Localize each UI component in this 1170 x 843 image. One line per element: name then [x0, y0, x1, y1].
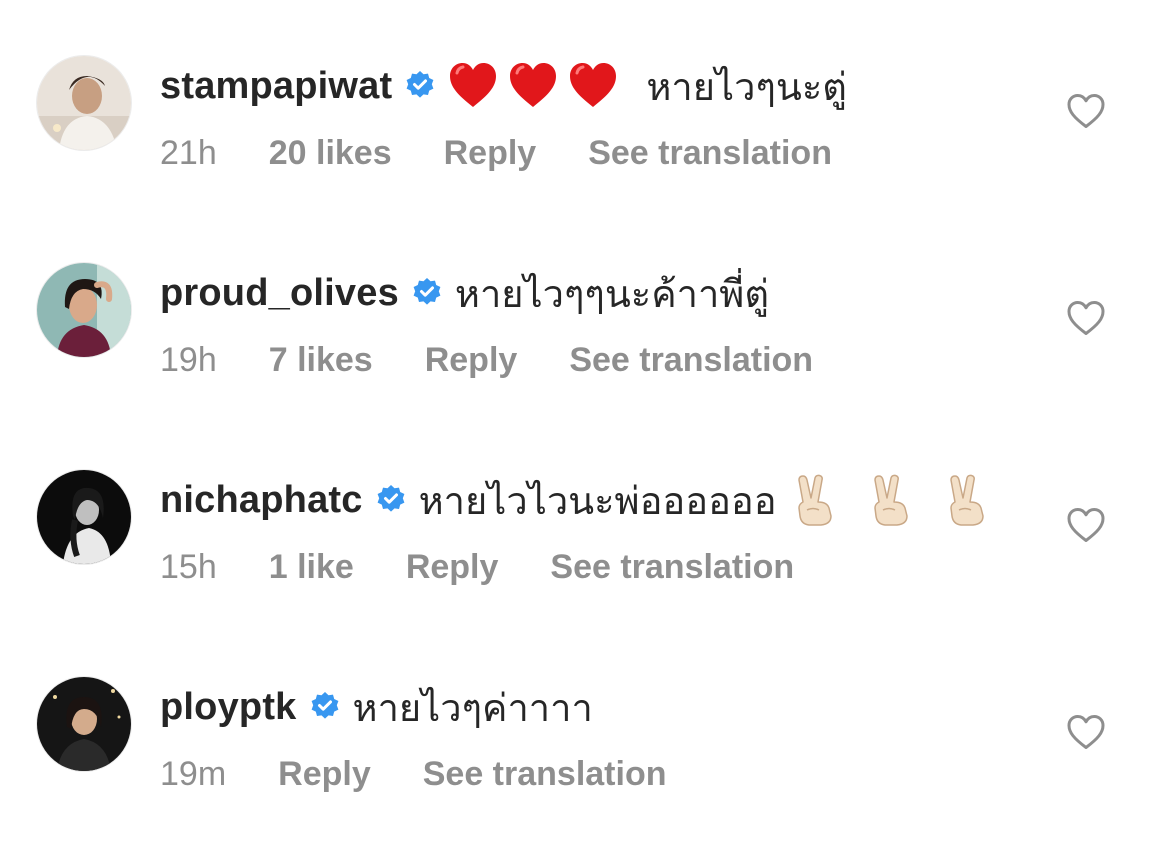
like-heart-icon[interactable]	[1066, 713, 1106, 751]
see-translation-button[interactable]: See translation	[423, 755, 667, 794]
comment-item: nichaphatc หายไวไวนะพ่ออออออ 15h 1 like …	[0, 470, 1170, 630]
likes-count-link[interactable]: 1 like	[269, 548, 354, 587]
verified-badge-icon	[404, 70, 436, 102]
victory-hand-emoji-icon	[945, 474, 989, 526]
avatar[interactable]	[37, 470, 131, 564]
see-translation-button[interactable]: See translation	[550, 548, 794, 587]
comment-text: หายไวๆค่าาาา	[352, 687, 593, 730]
comment-item: ployptk หายไวๆค่าาาา 19m Reply See trans…	[0, 677, 1170, 837]
comment-line: nichaphatc หายไวไวนะพ่ออออออ	[160, 472, 1005, 528]
red-heart-emoji-icon	[508, 61, 558, 111]
avatar[interactable]	[37, 677, 131, 771]
avatar[interactable]	[37, 263, 131, 357]
victory-hand-emoji-icon	[793, 474, 837, 526]
red-heart-emoji-icon	[448, 61, 498, 111]
username-link[interactable]: nichaphatc	[160, 479, 363, 522]
comment-meta: 21h 20 likes Reply See translation	[160, 134, 832, 173]
username-link[interactable]: proud_olives	[160, 272, 399, 315]
username-link[interactable]: stampapiwat	[160, 65, 392, 108]
reply-button[interactable]: Reply	[278, 755, 371, 794]
avatar[interactable]	[37, 56, 131, 150]
comment-item: stampapiwat หายไวๆนะตู่ 21h 20 likes Rep…	[0, 56, 1170, 216]
reply-button[interactable]: Reply	[444, 134, 537, 173]
see-translation-button[interactable]: See translation	[569, 341, 813, 380]
verified-badge-icon	[309, 691, 341, 723]
emoji-group	[448, 61, 628, 111]
comment-text: หายไวๆนะตู่	[646, 66, 847, 109]
username-link[interactable]: ployptk	[160, 686, 297, 729]
comment-line: stampapiwat หายไวๆนะตู่	[160, 58, 847, 114]
likes-count-link[interactable]: 7 likes	[269, 341, 373, 380]
comment-line: proud_olives หายไวๆๆนะค้าาพี่ตู่	[160, 265, 769, 321]
verified-badge-icon	[411, 277, 443, 309]
reply-button[interactable]: Reply	[406, 548, 499, 587]
like-heart-icon[interactable]	[1066, 506, 1106, 544]
comment-timestamp: 19m	[160, 755, 227, 793]
comment-meta: 19h 7 likes Reply See translation	[160, 341, 813, 380]
verified-badge-icon	[375, 484, 407, 516]
like-heart-icon[interactable]	[1066, 92, 1106, 130]
comment-item: proud_olives หายไวๆๆนะค้าาพี่ตู่ 19h 7 l…	[0, 263, 1170, 423]
comment-timestamp: 15h	[160, 548, 217, 586]
comment-timestamp: 19h	[160, 341, 217, 379]
comment-line: ployptk หายไวๆค่าาาา	[160, 679, 593, 735]
victory-hand-emoji-icon	[869, 474, 913, 526]
likes-count-link[interactable]: 20 likes	[269, 134, 392, 173]
comment-meta: 15h 1 like Reply See translation	[160, 548, 794, 587]
comment-meta: 19m Reply See translation	[160, 755, 666, 794]
comment-timestamp: 21h	[160, 134, 217, 172]
avatar-image	[37, 263, 131, 357]
reply-button[interactable]: Reply	[425, 341, 518, 380]
see-translation-button[interactable]: See translation	[588, 134, 832, 173]
red-heart-emoji-icon	[568, 61, 618, 111]
avatar-image	[37, 677, 131, 771]
avatar-image	[37, 56, 131, 150]
avatar-image	[37, 470, 131, 564]
like-heart-icon[interactable]	[1066, 299, 1106, 337]
comment-text: หายไวๆๆนะค้าาพี่ตู่	[454, 273, 770, 316]
comment-text: หายไวไวนะพ่ออออออ	[418, 480, 777, 523]
